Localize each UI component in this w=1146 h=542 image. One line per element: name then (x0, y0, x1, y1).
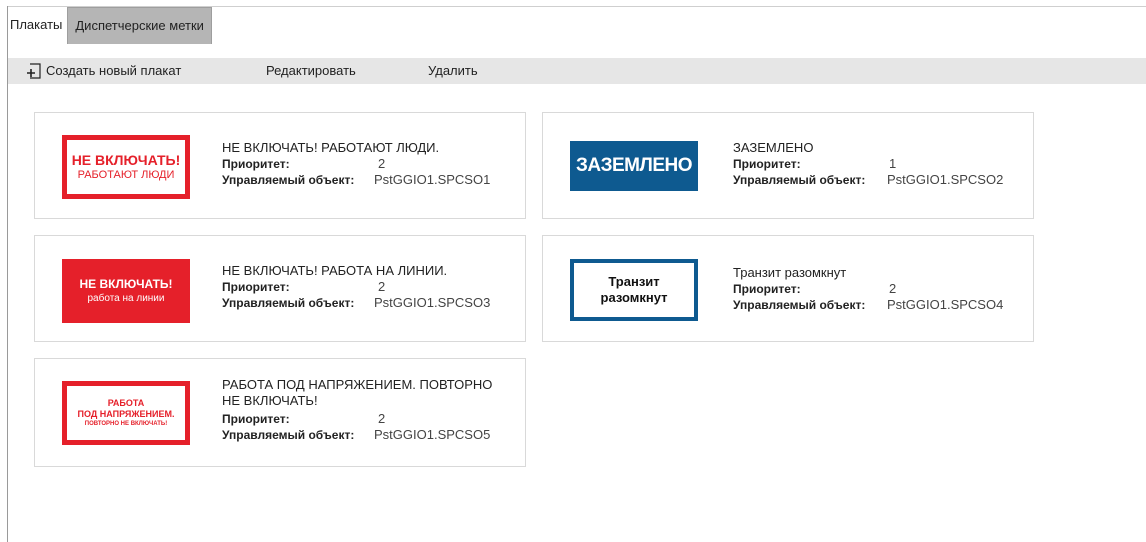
poster-card[interactable]: Транзит разомкнут Транзит разомкнут Прио… (542, 235, 1034, 342)
poster-info: НЕ ВКЛЮЧАТЬ! РАБОТА НА ЛИНИИ. Приоритет:… (222, 263, 490, 311)
poster-card[interactable]: НЕ ВКЛЮЧАТЬ! РАБОТАЮТ ЛЮДИ НЕ ВКЛЮЧАТЬ! … (34, 112, 526, 219)
poster-image-line1: ЗАЗЕМЛЕНО (575, 155, 693, 176)
priority-value: 1 (889, 156, 897, 171)
priority-value: 2 (378, 411, 386, 426)
create-poster-button[interactable]: Создать новый плакат (27, 58, 181, 84)
poster-image: НЕ ВКЛЮЧАТЬ! РАБОТАЮТ ЛЮДИ (62, 135, 190, 199)
object-value: PstGGIO1.SPCSO2 (887, 172, 1004, 187)
priority-value: 2 (378, 279, 386, 294)
tab-bar: Плакаты Диспетчерские метки (8, 7, 212, 44)
poster-title: НЕ ВКЛЮЧАТЬ! РАБОТА НА ЛИНИИ. (222, 263, 448, 278)
poster-image: Транзит разомкнут (570, 259, 698, 321)
priority-label: Приоритет: (222, 157, 290, 171)
object-label: Управляемый объект: (222, 296, 355, 310)
object-value: PstGGIO1.SPCSO4 (887, 297, 1004, 312)
object-value: PstGGIO1.SPCSO1 (374, 172, 491, 187)
poster-info: Транзит разомкнут Приоритет: 2 Управляемы… (733, 265, 1003, 313)
poster-image-line3: ПОВТОРНО НЕ ВКЛЮЧАТЬ! (84, 420, 168, 427)
object-label: Управляемый объект: (733, 173, 866, 187)
priority-label: Приоритет: (733, 282, 801, 296)
poster-card[interactable]: РАБОТА ПОД НАПРЯЖЕНИЕМ. ПОВТОРНО НЕ ВКЛЮ… (34, 358, 526, 467)
tab-posters[interactable]: Плакаты (8, 7, 68, 43)
poster-image-line2: РАБОТАЮТ ЛЮДИ (77, 169, 175, 181)
priority-value: 2 (378, 156, 386, 171)
poster-image-line2: разомкнут (600, 290, 668, 305)
delete-button[interactable]: Удалить (428, 58, 478, 84)
poster-title-line1: РАБОТА ПОД НАПРЯЖЕНИЕМ. ПОВТОРНО (222, 377, 493, 392)
poster-image: НЕ ВКЛЮЧАТЬ! работа на линии (62, 259, 190, 323)
toolbar: Создать новый плакат Редактировать Удали… (8, 58, 1146, 84)
poster-info: НЕ ВКЛЮЧАТЬ! РАБОТАЮТ ЛЮДИ. Приоритет: 2 … (222, 140, 490, 188)
poster-image-line1: НЕ ВКЛЮЧАТЬ! (71, 152, 181, 168)
poster-image-line2: работа на линии (87, 292, 165, 304)
poster-card[interactable]: ЗАЗЕМЛЕНО ЗАЗЕМЛЕНО Приоритет: 1 Управляе… (542, 112, 1034, 219)
object-label: Управляемый объект: (222, 173, 355, 187)
priority-value: 2 (889, 281, 897, 296)
tab-dispatch-marks[interactable]: Диспетчерские метки (67, 7, 212, 44)
poster-image: ЗАЗЕМЛЕНО (570, 141, 698, 191)
poster-info: ЗАЗЕМЛЕНО Приоритет: 1 Управляемый объект… (733, 140, 1003, 188)
poster-title: Транзит разомкнут (733, 265, 847, 280)
poster-card[interactable]: НЕ ВКЛЮЧАТЬ! работа на линии НЕ ВКЛЮЧАТЬ… (34, 235, 526, 342)
new-document-icon (27, 63, 41, 79)
poster-image-line1: РАБОТА (107, 397, 145, 408)
edit-button[interactable]: Редактировать (266, 58, 356, 84)
poster-title-line2: НЕ ВКЛЮЧАТЬ! (222, 393, 318, 408)
poster-image-line1: НЕ ВКЛЮЧАТЬ! (79, 276, 173, 291)
create-poster-label: Создать новый плакат (46, 63, 182, 78)
poster-image: РАБОТА ПОД НАПРЯЖЕНИЕМ. ПОВТОРНО НЕ ВКЛЮ… (62, 381, 190, 445)
window-left-border (7, 6, 8, 542)
poster-title: ЗАЗЕМЛЕНО (733, 140, 814, 155)
priority-label: Приоритет: (222, 412, 290, 426)
object-value: PstGGIO1.SPCSO5 (374, 427, 491, 442)
object-value: PstGGIO1.SPCSO3 (374, 295, 491, 310)
priority-label: Приоритет: (733, 157, 801, 171)
poster-image-line1: Транзит (608, 274, 660, 289)
poster-info: РАБОТА ПОД НАПРЯЖЕНИЕМ. ПОВТОРНО НЕ ВКЛЮ… (222, 377, 492, 443)
poster-title: НЕ ВКЛЮЧАТЬ! РАБОТАЮТ ЛЮДИ. (222, 140, 440, 155)
priority-label: Приоритет: (222, 280, 290, 294)
object-label: Управляемый объект: (733, 298, 866, 312)
poster-image-line2: ПОД НАПРЯЖЕНИЕМ. (77, 408, 175, 419)
object-label: Управляемый объект: (222, 428, 355, 442)
